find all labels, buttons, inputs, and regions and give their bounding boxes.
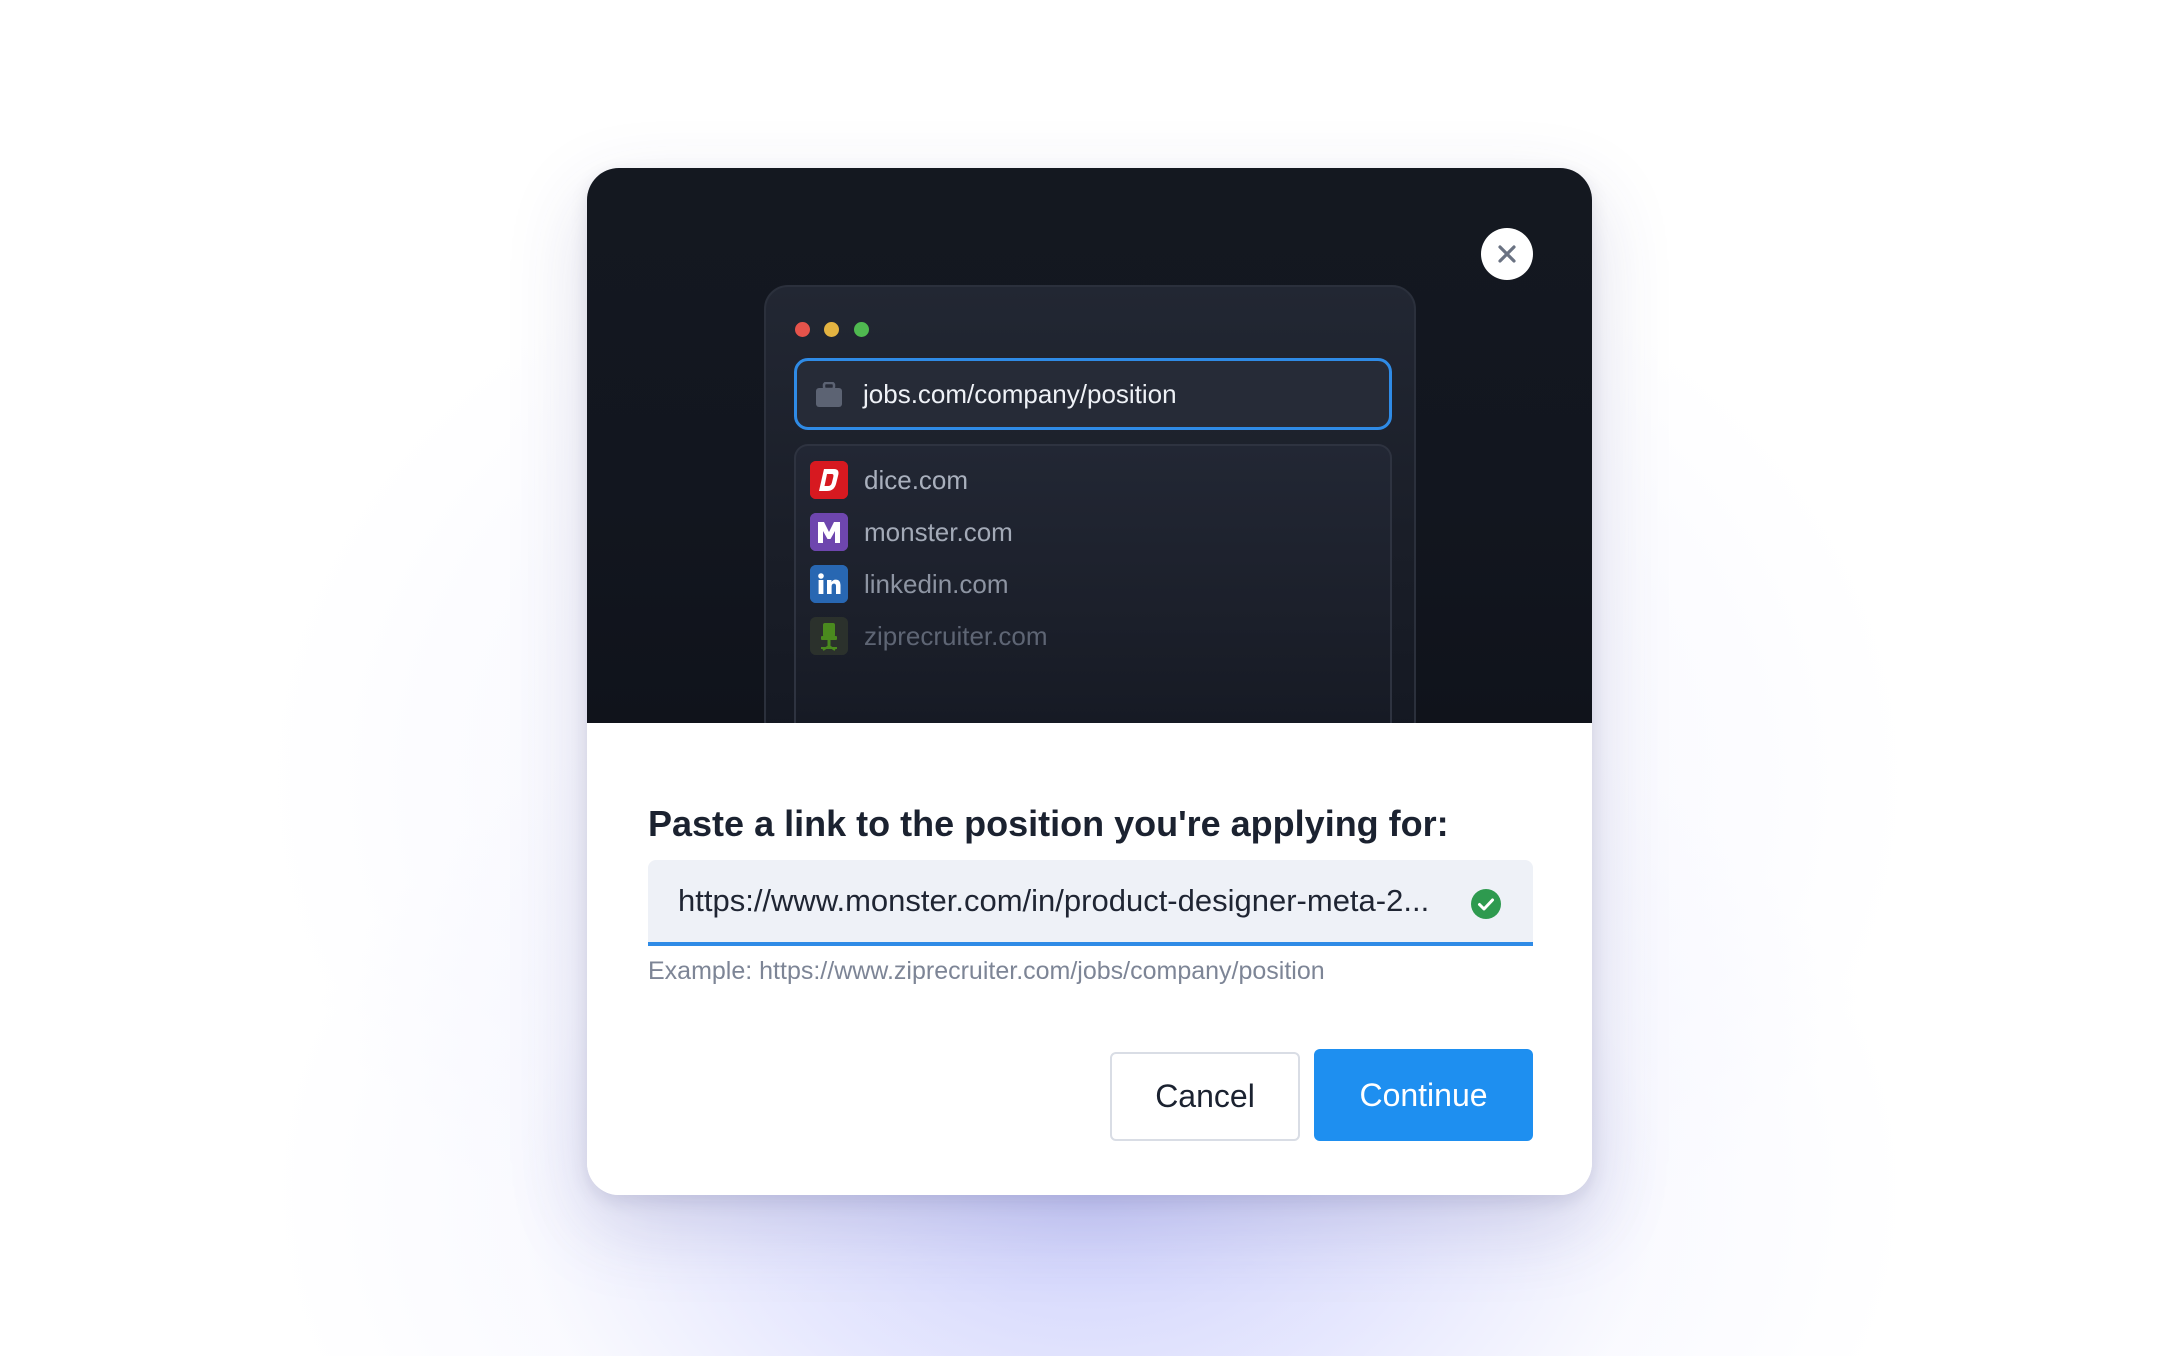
- valid-check-icon: [1471, 889, 1501, 919]
- dialog-body: Paste a link to the position you're appl…: [587, 723, 1592, 1195]
- mock-suggestion-list: dice.com monster.com linkedin.com ziprec…: [794, 444, 1392, 744]
- cancel-button[interactable]: Cancel: [1110, 1052, 1300, 1141]
- window-minimize-dot: [824, 322, 839, 337]
- suggestion-item-ziprecruiter: ziprecruiter.com: [810, 616, 1048, 656]
- dialog-title: Paste a link to the position you're appl…: [648, 803, 1449, 844]
- close-button[interactable]: [1481, 228, 1533, 280]
- ziprecruiter-logo-icon: [810, 617, 848, 655]
- briefcase-icon: [816, 382, 842, 407]
- linkedin-logo-icon: [810, 565, 848, 603]
- job-url-value[interactable]: https://www.monster.com/in/product-desig…: [678, 860, 1429, 942]
- link-dialog: jobs.com/company/position dice.com monst…: [587, 168, 1592, 1195]
- job-url-input[interactable]: https://www.monster.com/in/product-desig…: [648, 860, 1533, 946]
- monster-logo-icon: [810, 513, 848, 551]
- suggestion-label: linkedin.com: [864, 568, 1009, 599]
- suggestion-label: ziprecruiter.com: [864, 620, 1048, 651]
- page-bottom-strip: [0, 1356, 2176, 1361]
- window-maximize-dot: [854, 322, 869, 337]
- suggestion-label: dice.com: [864, 464, 969, 495]
- window-close-dot: [795, 322, 810, 337]
- dialog-hero-illustration: jobs.com/company/position dice.com monst…: [587, 168, 1592, 745]
- dice-logo-icon: [810, 461, 848, 499]
- continue-button[interactable]: Continue: [1314, 1049, 1533, 1141]
- close-icon: [1498, 245, 1516, 263]
- url-example-hint: Example: https://www.ziprecruiter.com/jo…: [648, 957, 1325, 985]
- suggestion-item-linkedin: linkedin.com: [810, 564, 1009, 604]
- mock-address-text: jobs.com/company/position: [863, 379, 1177, 409]
- suggestion-item-monster: monster.com: [810, 512, 1013, 552]
- mock-address-bar: jobs.com/company/position: [794, 358, 1392, 430]
- suggestion-label: monster.com: [864, 516, 1013, 547]
- browser-mockup: jobs.com/company/position dice.com monst…: [764, 285, 1416, 745]
- suggestion-item-dice: dice.com: [810, 460, 968, 500]
